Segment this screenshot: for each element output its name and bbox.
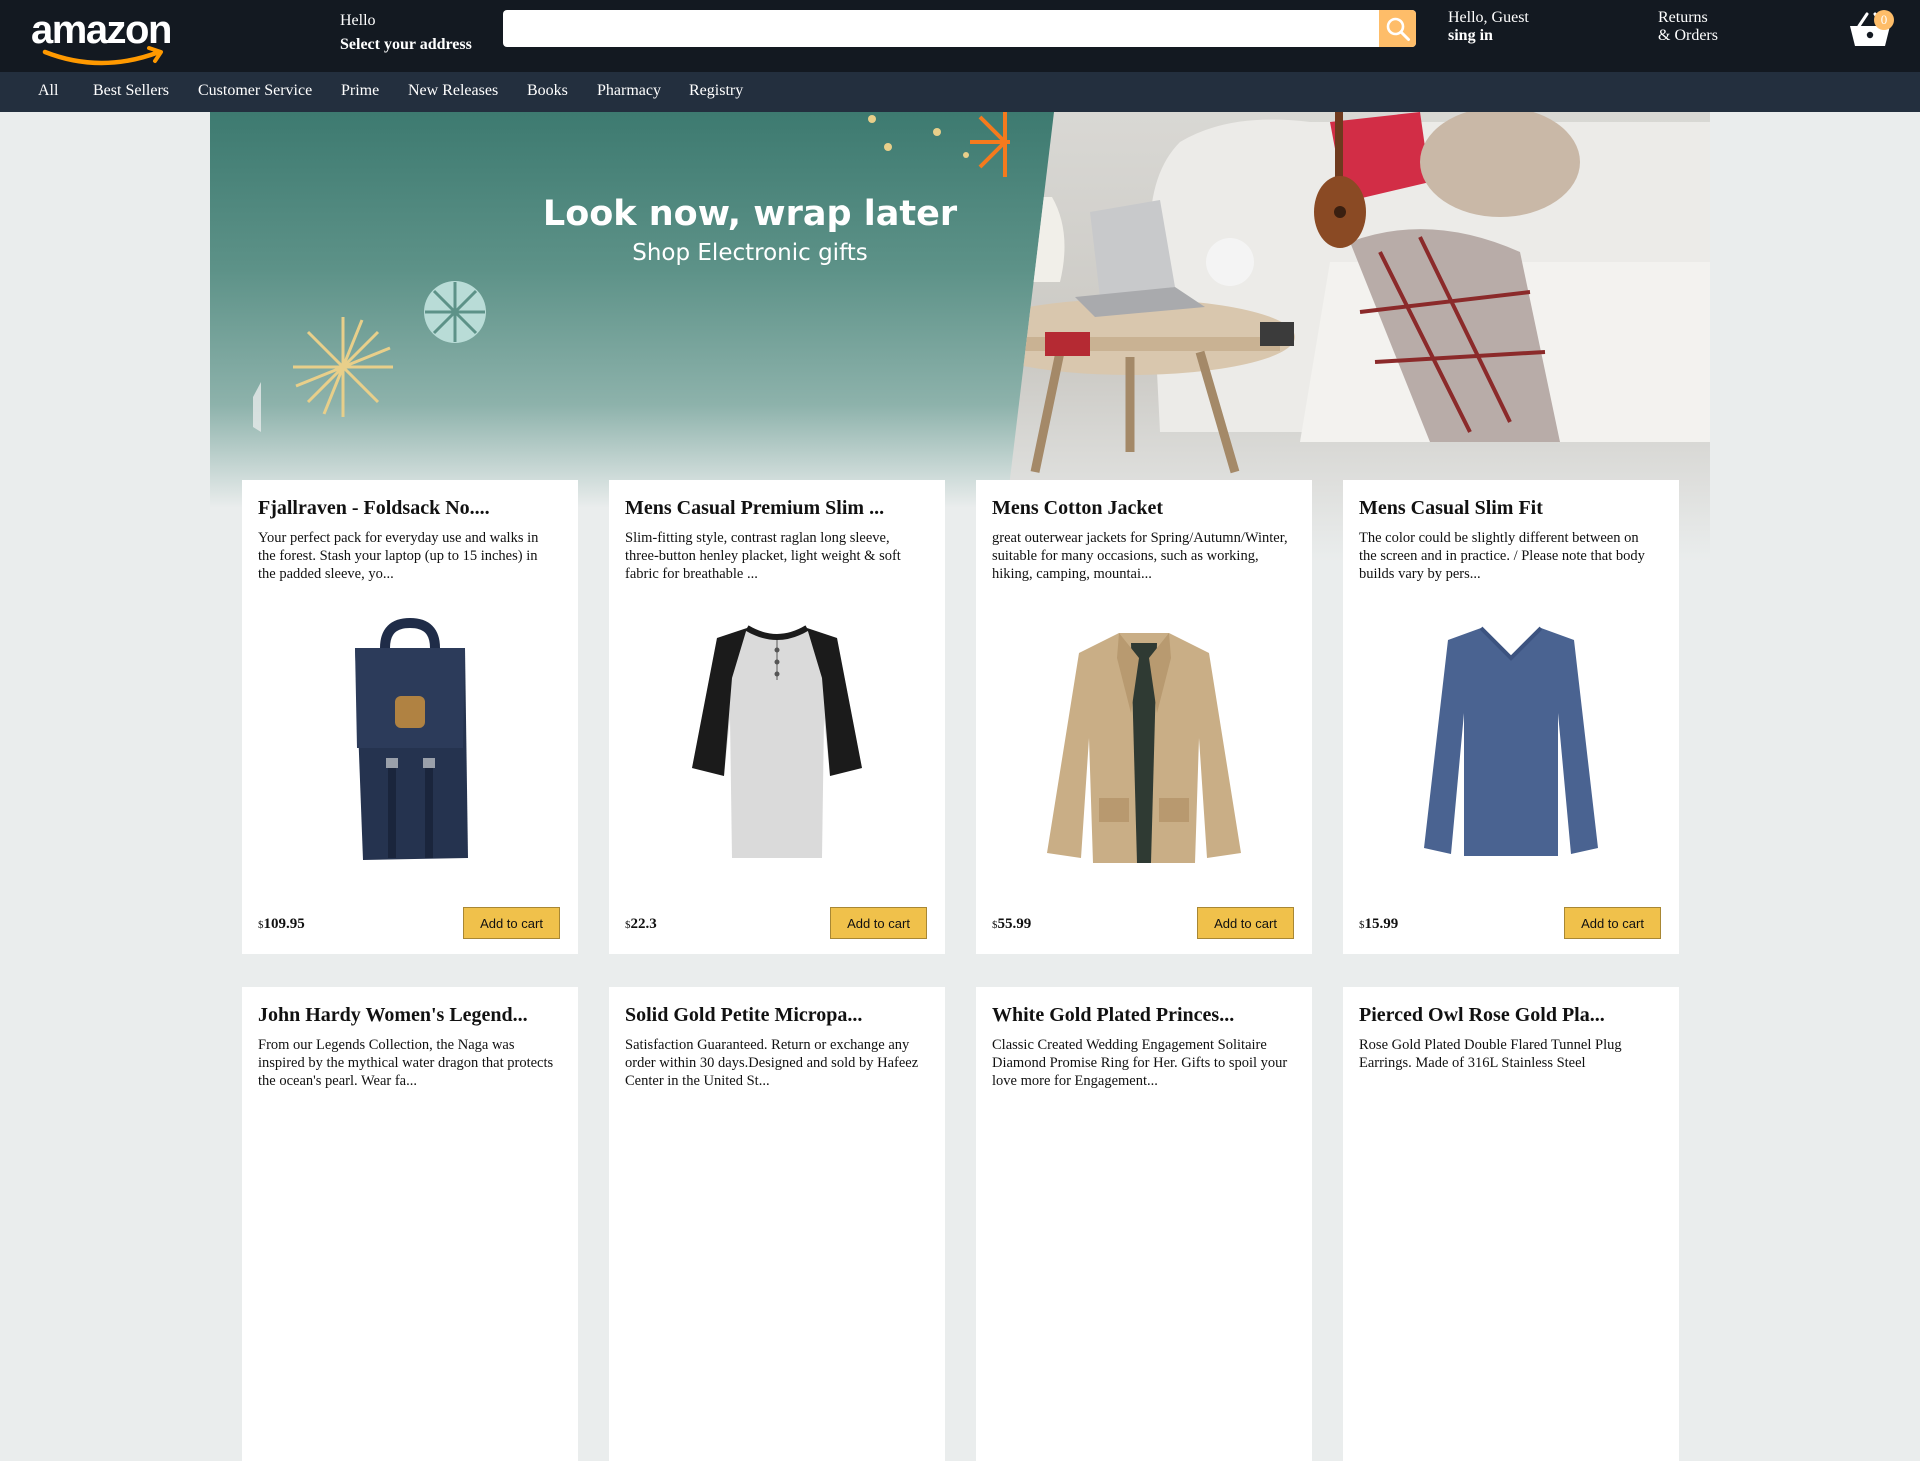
nav-item-customer-service[interactable]: Customer Service [198,82,312,100]
account-signin[interactable]: Hello, Guest sing in [1448,9,1529,45]
nav-bar: All Best Sellers Customer Service Prime … [0,72,1920,112]
add-to-cart-button[interactable]: Add to cart [463,907,560,939]
price-value: 55.99 [997,916,1032,932]
price-value: 22.3 [630,916,657,932]
product-title[interactable]: Solid Gold Petite Micropa... [625,1004,935,1027]
hero-subtitle: Shop Electronic gifts [632,240,868,266]
price-value: 109.95 [263,916,305,932]
product-description: Your perfect pack for everyday use and w… [258,530,539,582]
product-title[interactable]: Mens Cotton Jacket [992,497,1302,520]
search-bar [503,10,1416,47]
product-title[interactable]: John Hardy Women's Legend... [258,1004,568,1027]
hero-title: Look now, wrap later [542,194,958,234]
product-card: Mens Casual Slim Fit The color could be … [1343,480,1679,954]
product-title[interactable]: White Gold Plated Princes... [992,1004,1302,1027]
product-description: The color could be slightly different be… [1359,530,1645,582]
svg-text:amazon: amazon [31,10,171,52]
top-header: amazon Hello Select your address Hello, … [0,0,1920,72]
product-image-long-sleeve-shirt[interactable] [1386,618,1636,870]
nav-item-all[interactable]: All [38,82,58,100]
product-price: $55.99 [992,916,1031,933]
product-card: Mens Cotton Jacket great outerwear jacke… [976,480,1312,954]
product-price: $109.95 [258,916,305,933]
nav-item-best-sellers[interactable]: Best Sellers [93,82,169,100]
search-button[interactable] [1379,10,1416,47]
product-description: Rose Gold Plated Double Flared Tunnel Pl… [1359,1037,1622,1071]
address-greeting: Hello [340,12,376,29]
search-icon [1386,17,1410,41]
product-title[interactable]: Mens Casual Premium Slim ... [625,497,935,520]
product-description: Classic Created Wedding Engagement Solit… [992,1037,1288,1089]
product-description: Slim-fitting style, contrast raglan long… [625,530,901,582]
product-description: From our Legends Collection, the Naga wa… [258,1037,554,1089]
search-input[interactable] [503,10,1363,47]
nav-item-books[interactable]: Books [527,82,568,100]
product-title[interactable]: Pierced Owl Rose Gold Pla... [1359,1004,1669,1027]
add-to-cart-button[interactable]: Add to cart [1564,907,1661,939]
returns-orders[interactable]: Returns & Orders [1658,9,1718,45]
product-title[interactable]: Fjallraven - Foldsack No.... [258,497,568,520]
deliver-to-address[interactable]: Hello Select your address [340,9,472,57]
cart-count-badge: 0 [1874,10,1894,30]
nav-item-registry[interactable]: Registry [689,82,743,100]
orders-label: & Orders [1658,27,1718,44]
product-price: $15.99 [1359,916,1398,933]
product-card: Fjallraven - Foldsack No.... Your perfec… [242,480,578,954]
account-greeting: Hello, Guest [1448,9,1529,26]
product-image-henley-shirt[interactable] [652,618,902,870]
product-title[interactable]: Mens Casual Slim Fit [1359,497,1669,520]
product-card: John Hardy Women's Legend... From our Le… [242,987,578,1461]
add-to-cart-button[interactable]: Add to cart [1197,907,1294,939]
product-description: Satisfaction Guaranteed. Return or excha… [625,1037,919,1089]
product-image-cotton-jacket[interactable] [1019,618,1269,870]
nav-item-pharmacy[interactable]: Pharmacy [597,82,661,100]
product-image-backpack[interactable] [285,617,535,870]
returns-label: Returns [1658,9,1708,26]
product-price: $22.3 [625,916,657,933]
product-card: Solid Gold Petite Micropa... Satisfactio… [609,987,945,1461]
product-card: Pierced Owl Rose Gold Pla... Rose Gold P… [1343,987,1679,1461]
product-description: great outerwear jackets for Spring/Autum… [992,530,1288,582]
amazon-logo[interactable]: amazon [31,8,196,66]
signin-link: sing in [1448,27,1493,44]
nav-item-prime[interactable]: Prime [341,82,379,100]
product-card: White Gold Plated Princes... Classic Cre… [976,987,1312,1461]
nav-item-new-releases[interactable]: New Releases [408,82,498,100]
product-card: Mens Casual Premium Slim ... Slim-fittin… [609,480,945,954]
add-to-cart-button[interactable]: Add to cart [830,907,927,939]
price-value: 15.99 [1364,916,1399,932]
address-select-label: Select your address [340,36,472,53]
